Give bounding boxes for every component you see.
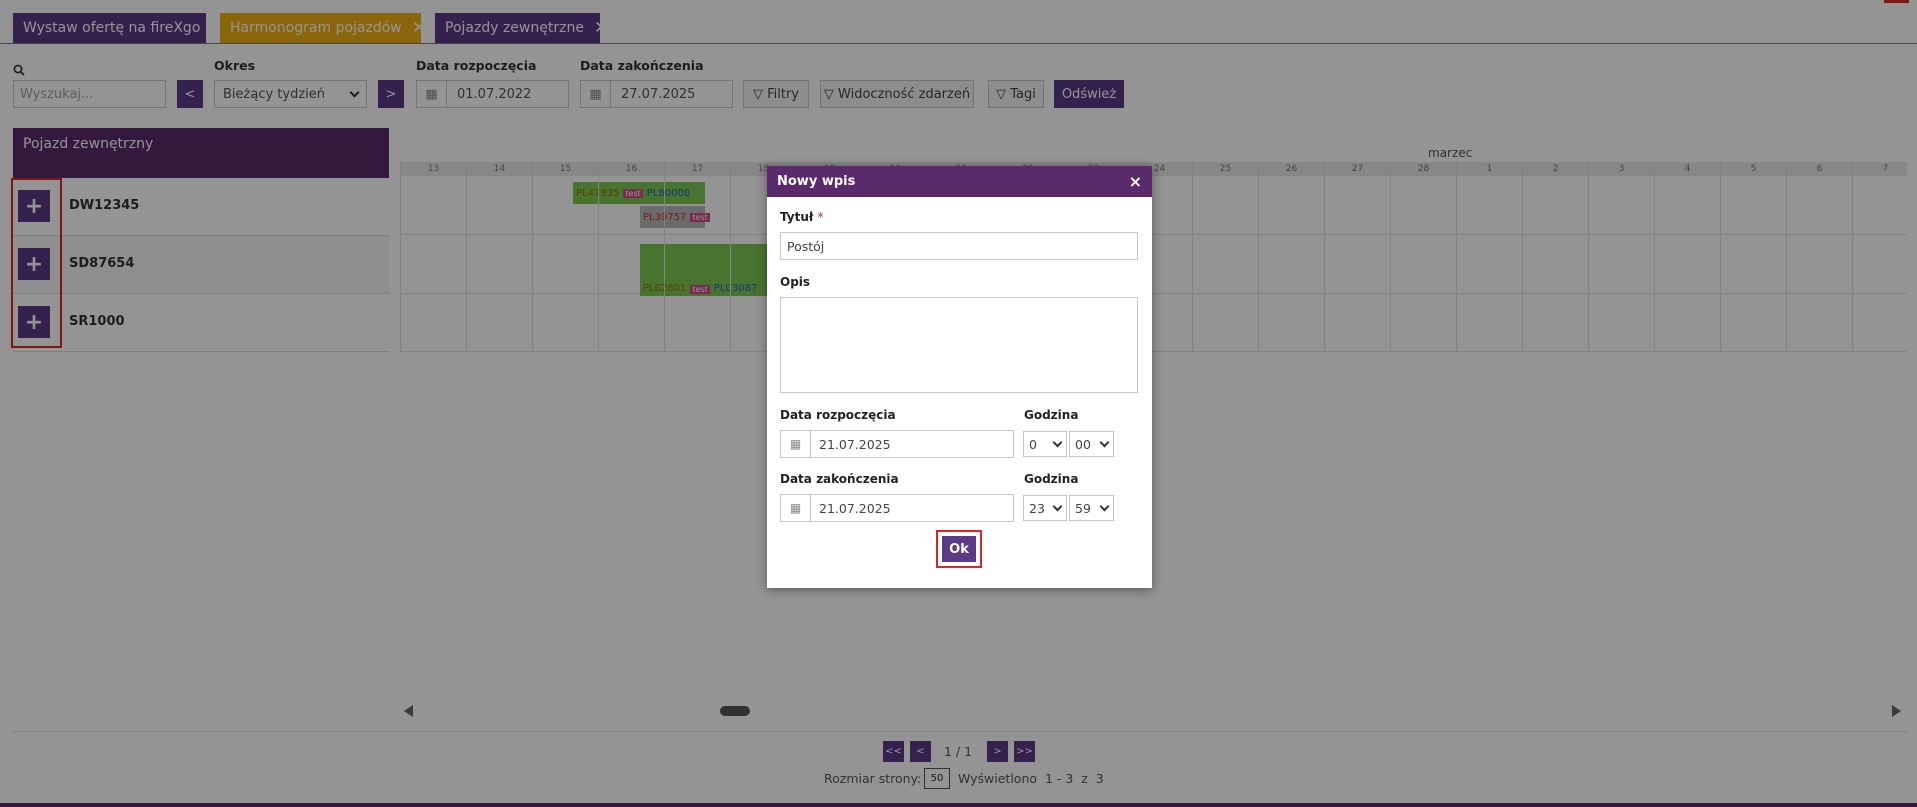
- start-date-label: Data rozpoczęcia: [780, 408, 896, 422]
- description-label: Opis: [780, 275, 811, 289]
- end-date-field[interactable]: ▦ 21.07.2025: [780, 494, 1014, 522]
- chevron-down-icon: [1052, 501, 1063, 511]
- title-label: Tytuł *: [780, 210, 824, 224]
- dialog-title: Nowy wpis: [777, 174, 856, 189]
- new-entry-dialog: Nowy wpis × Tytuł * Postój Opis Data roz…: [767, 166, 1152, 588]
- end-minute-value: 59: [1075, 500, 1091, 516]
- close-icon[interactable]: ×: [1129, 172, 1142, 191]
- ok-button-highlight: Ok: [936, 530, 982, 568]
- calendar-icon: ▦: [781, 431, 811, 457]
- end-date-value: 21.07.2025: [819, 500, 891, 516]
- end-hour-value: 23: [1029, 500, 1045, 516]
- start-minute-select[interactable]: 00: [1069, 431, 1114, 457]
- title-label-text: Tytuł: [780, 210, 814, 224]
- calendar-icon: ▦: [781, 495, 811, 521]
- start-date-value: 21.07.2025: [819, 436, 891, 452]
- required-marker: *: [817, 210, 824, 224]
- ok-button[interactable]: Ok: [942, 536, 976, 562]
- dialog-header: Nowy wpis ×: [767, 166, 1152, 197]
- end-minute-select[interactable]: 59: [1069, 495, 1114, 521]
- start-hour-select[interactable]: 0: [1023, 431, 1067, 457]
- start-date-field[interactable]: ▦ 21.07.2025: [780, 430, 1014, 458]
- title-value: Postój: [787, 238, 825, 254]
- start-minute-value: 00: [1075, 436, 1091, 452]
- end-hour-label: Godzina: [1024, 472, 1079, 486]
- chevron-down-icon: [1099, 501, 1110, 511]
- start-hour-value: 0: [1029, 436, 1037, 452]
- end-hour-select[interactable]: 23: [1023, 495, 1067, 521]
- chevron-down-icon: [1052, 437, 1063, 447]
- title-input[interactable]: Postój: [780, 232, 1138, 260]
- chevron-down-icon: [1099, 437, 1110, 447]
- description-textarea[interactable]: [780, 297, 1138, 393]
- start-hour-label: Godzina: [1024, 408, 1079, 422]
- end-date-label: Data zakończenia: [780, 472, 899, 486]
